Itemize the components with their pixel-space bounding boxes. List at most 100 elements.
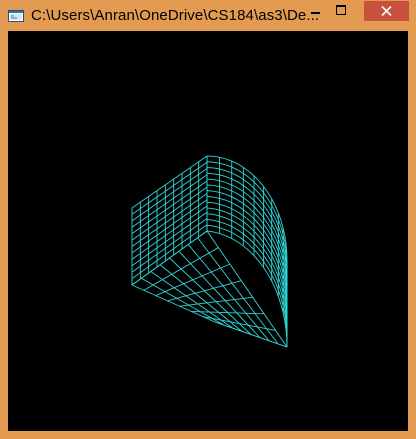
curved-face-line bbox=[243, 191, 250, 197]
curved-face-line bbox=[237, 223, 244, 229]
curved-face-line bbox=[253, 175, 260, 182]
curved-face-line bbox=[263, 267, 269, 275]
curved-face-line bbox=[253, 187, 260, 194]
curved-face-line bbox=[213, 219, 220, 223]
curved-face-line bbox=[274, 230, 279, 239]
curved-face-line bbox=[263, 242, 269, 250]
curved-face-line bbox=[263, 211, 269, 218]
curved-face-line bbox=[271, 242, 276, 251]
curved-face-line bbox=[248, 250, 255, 256]
curved-face-line bbox=[271, 217, 276, 225]
curved-face-line bbox=[231, 184, 238, 189]
curved-face-line bbox=[237, 229, 244, 235]
curved-face-line bbox=[231, 238, 238, 243]
curved-face-line bbox=[263, 229, 269, 237]
curved-face-line bbox=[263, 192, 269, 199]
curved-face-line bbox=[213, 214, 220, 217]
curved-face-line bbox=[206, 190, 214, 192]
title-bar[interactable]: C:\Users\Anran\OneDrive\CS184\as3\De... bbox=[0, 0, 416, 32]
curved-face-line bbox=[243, 185, 250, 190]
curved-face-line bbox=[248, 195, 255, 201]
curved-face-line bbox=[267, 242, 273, 250]
curved-face-line bbox=[248, 244, 255, 250]
curved-face-line bbox=[225, 229, 232, 233]
curved-face-line bbox=[248, 170, 255, 177]
curved-face-line bbox=[237, 181, 244, 186]
curved-face-line bbox=[258, 236, 264, 243]
curved-face-line bbox=[225, 193, 232, 198]
curved-face-line bbox=[231, 166, 238, 171]
curved-face-line bbox=[219, 209, 226, 213]
curved-face-line bbox=[271, 249, 276, 257]
curved-face-line bbox=[274, 224, 279, 233]
curved-face-line bbox=[237, 211, 244, 217]
curved-face-line bbox=[267, 267, 273, 275]
curved-face-line bbox=[248, 225, 255, 232]
curved-face-line bbox=[248, 219, 255, 226]
curved-face-line bbox=[225, 158, 232, 162]
curved-face-line bbox=[267, 198, 273, 206]
curved-face-line bbox=[267, 204, 273, 212]
curved-face-line bbox=[248, 189, 255, 195]
render-viewport[interactable] bbox=[8, 31, 408, 431]
curved-face-line bbox=[213, 161, 220, 164]
curved-face-line bbox=[237, 205, 244, 211]
maximize-button[interactable] bbox=[328, 1, 354, 21]
curved-face-line bbox=[213, 155, 220, 158]
curved-face-line bbox=[253, 193, 260, 200]
curved-face-line bbox=[263, 260, 269, 269]
curved-face-line bbox=[263, 248, 269, 256]
curved-face-line bbox=[225, 199, 232, 204]
curved-face-line bbox=[225, 164, 232, 168]
curved-face-line bbox=[231, 226, 238, 231]
curved-face-line bbox=[267, 248, 273, 257]
curved-face-line bbox=[206, 178, 214, 181]
minimize-button[interactable] bbox=[302, 1, 328, 21]
curved-face-line bbox=[263, 254, 269, 262]
curved-face-line bbox=[248, 177, 255, 183]
curved-face-line bbox=[253, 181, 260, 188]
window-title: C:\Users\Anran\OneDrive\CS184\as3\De... bbox=[31, 7, 320, 24]
curved-face-line bbox=[231, 232, 238, 237]
curved-face-line bbox=[253, 218, 260, 225]
curved-face-line bbox=[267, 236, 273, 244]
curved-face-line bbox=[225, 235, 232, 239]
curved-face-line bbox=[267, 273, 273, 282]
curved-face-line bbox=[231, 214, 238, 219]
curved-face-line bbox=[253, 200, 260, 206]
console-window-icon[interactable] bbox=[8, 9, 24, 23]
curved-face-line bbox=[213, 225, 220, 229]
curved-face-line bbox=[271, 236, 276, 245]
bottom-face-line bbox=[141, 277, 225, 326]
curved-face-line bbox=[219, 168, 226, 172]
curved-face-line bbox=[248, 231, 255, 238]
curved-face-line bbox=[267, 217, 273, 225]
curved-face-line bbox=[237, 235, 244, 241]
curved-face-line bbox=[225, 182, 232, 186]
close-button[interactable] bbox=[364, 1, 409, 21]
curved-face-line bbox=[274, 237, 279, 246]
curved-face-line bbox=[206, 219, 214, 221]
curved-face-line bbox=[263, 186, 269, 193]
wireframe-mesh bbox=[131, 155, 288, 348]
curved-face-line bbox=[258, 211, 264, 218]
curved-face-line bbox=[258, 180, 264, 187]
curved-face-line bbox=[258, 217, 264, 225]
curved-face-line bbox=[231, 190, 238, 195]
curved-face-line bbox=[253, 243, 260, 250]
curved-face-line bbox=[231, 220, 238, 225]
curved-face-line bbox=[219, 180, 226, 183]
curved-face-line bbox=[267, 229, 273, 238]
curved-face-line bbox=[243, 227, 250, 233]
curved-face-line bbox=[253, 249, 260, 256]
curved-face-line bbox=[271, 280, 276, 289]
front-face-line bbox=[131, 155, 208, 209]
curved-face-line bbox=[231, 172, 238, 177]
curved-face-line bbox=[274, 218, 279, 226]
curved-face-line bbox=[243, 221, 250, 227]
curved-face-line bbox=[213, 184, 220, 188]
curved-face-line bbox=[213, 167, 220, 170]
curved-face-line bbox=[248, 207, 255, 214]
curved-face-line bbox=[243, 209, 250, 215]
curved-face-line bbox=[237, 199, 244, 204]
